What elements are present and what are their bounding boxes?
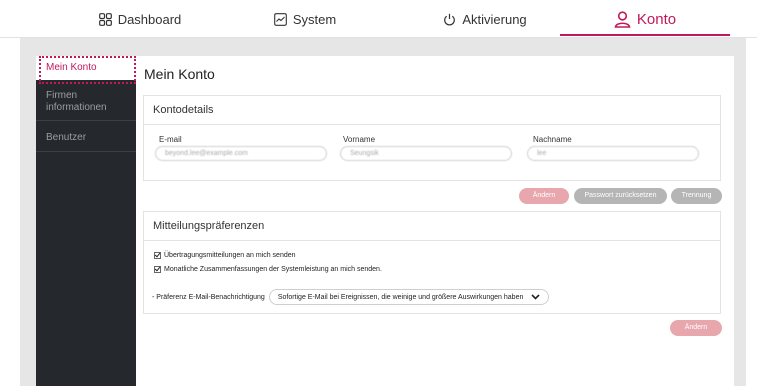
tab-system[interactable]: System	[250, 0, 360, 38]
change-account-button[interactable]: Ändern	[519, 188, 569, 204]
sidebar-item-label: Mein Konto	[46, 62, 97, 73]
account-details-heading: Kontodetails	[144, 96, 720, 125]
sidebar-item-firmen-informationen[interactable]: Firmen informationen	[36, 90, 116, 114]
tab-konto-label: Konto	[636, 10, 677, 28]
email-label: E-mail	[159, 135, 182, 144]
user-icon	[614, 10, 631, 28]
active-tab-indicator	[560, 34, 730, 36]
top-navigation: Dashboard System Aktivierung Konto	[0, 0, 757, 38]
email-preference-select[interactable]: Sofortige E-Mail bei Ereignissen, die we…	[268, 289, 550, 305]
monthly-summary-checkbox[interactable]	[154, 266, 161, 273]
email-field[interactable]: beyond.lee@example.com	[155, 146, 327, 161]
account-details-panel: Kontodetails E-mail beyond.lee@example.c…	[143, 95, 721, 181]
broadcast-notifications-checkbox[interactable]	[154, 252, 161, 259]
email-preference-value: Sofortige E-Mail bei Ereignissen, die we…	[277, 293, 524, 301]
monthly-summary-option[interactable]: Monatliche Zusammenfassungen der Systeml…	[154, 266, 382, 273]
tab-system-label: System	[292, 11, 337, 27]
sidebar-divider	[36, 120, 136, 121]
notification-preferences-heading: Mitteilungspräferenzen	[144, 212, 720, 241]
change-preferences-button[interactable]: Ändern	[670, 320, 722, 336]
broadcast-notifications-option[interactable]: Übertragungsmitteilungen an mich senden	[154, 252, 296, 259]
tab-aktivierung[interactable]: Aktivierung	[415, 0, 555, 38]
sidebar-item-label: Firmen informationen	[46, 90, 107, 113]
sidebar-item-label: Benutzer	[46, 132, 87, 143]
grid-icon	[98, 12, 112, 26]
main-content: Mein Konto Kontodetails E-mail beyond.le…	[136, 56, 734, 386]
monthly-summary-label: Monatliche Zusammenfassungen der Systeml…	[164, 266, 382, 273]
tab-dashboard[interactable]: Dashboard	[70, 0, 210, 38]
email-preference-row: - Präferenz E-Mail-Benachrichtigung Sofo…	[152, 289, 550, 305]
tab-konto[interactable]: Konto	[560, 0, 730, 38]
email-preference-label: - Präferenz E-Mail-Benachrichtigung	[152, 293, 265, 301]
first-name-label: Vorname	[343, 135, 376, 144]
first-name-field[interactable]: Seungsik	[340, 146, 512, 161]
sidebar-item-benutzer[interactable]: Benutzer	[36, 132, 136, 144]
disconnect-button[interactable]: Trennung	[671, 188, 722, 204]
tab-aktivierung-label: Aktivierung	[462, 11, 527, 27]
last-name-field[interactable]: lee	[527, 146, 699, 161]
chevron-down-icon	[531, 294, 540, 300]
sidebar: Mein Konto Firmen informationen Benutzer	[36, 56, 136, 386]
broadcast-notifications-label: Übertragungsmitteilungen an mich senden	[164, 252, 296, 259]
notification-preferences-panel: Mitteilungspräferenzen Übertragungsmitte…	[143, 211, 721, 314]
last-name-label: Nachname	[533, 135, 572, 144]
tab-dashboard-label: Dashboard	[117, 11, 182, 27]
power-icon	[443, 13, 456, 26]
sidebar-divider	[36, 151, 136, 152]
reset-password-button[interactable]: Passwort zurücksetzen	[574, 188, 667, 204]
sidebar-item-mein-konto[interactable]: Mein Konto	[36, 56, 136, 84]
chart-icon	[273, 12, 287, 26]
page-title: Mein Konto	[144, 66, 215, 82]
